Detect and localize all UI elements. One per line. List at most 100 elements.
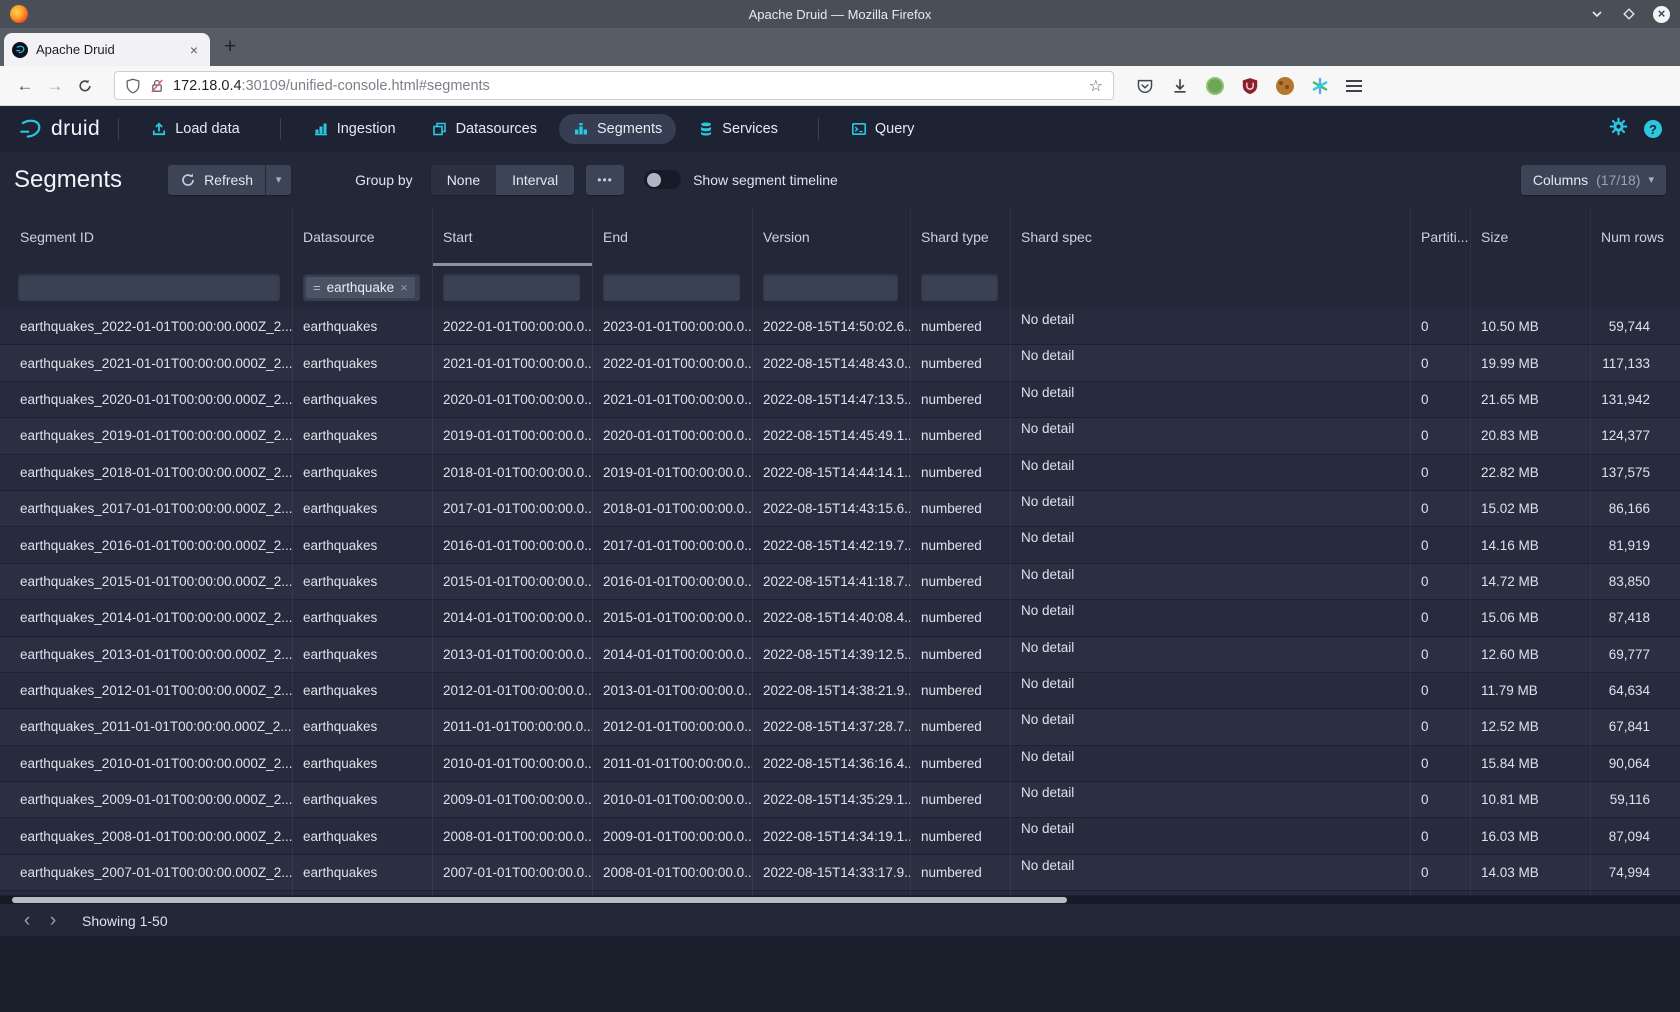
cell-segment-id[interactable]: earthquakes_2015-01-01T00:00:00.000Z_2..… (0, 564, 292, 600)
cell-end[interactable]: 2021-01-01T00:00:00.0... (592, 382, 752, 418)
cell-partition[interactable]: 0 (1410, 455, 1470, 491)
cell-version[interactable]: 2022-08-15T14:44:14.1... (752, 455, 910, 491)
cell-partition[interactable]: 0 (1410, 564, 1470, 600)
table-row[interactable]: earthquakes_2021-01-01T00:00:00.000Z_2..… (0, 345, 1680, 381)
cell-datasource[interactable]: earthquakes (292, 600, 432, 636)
cell-num-rows[interactable]: 87,418 (1590, 600, 1680, 636)
cell-num-rows[interactable]: 69,777 (1590, 637, 1680, 673)
cell-shard-type[interactable]: numbered (910, 491, 1010, 527)
cell-end[interactable]: 2017-01-01T00:00:00.0... (592, 527, 752, 563)
filter-segment-id[interactable] (18, 274, 280, 301)
cell-end[interactable]: 2010-01-01T00:00:00.0... (592, 782, 752, 818)
cell-num-rows[interactable]: 59,116 (1590, 782, 1680, 818)
filter-end[interactable] (603, 274, 740, 301)
cell-start[interactable]: 2011-01-01T00:00:00.0... (432, 709, 592, 745)
cookie-extension-icon[interactable] (1276, 77, 1294, 95)
cell-num-rows[interactable]: 83,850 (1590, 564, 1680, 600)
cell-num-rows[interactable]: 131,942 (1590, 382, 1680, 418)
cell-size[interactable]: 22.82 MB (1470, 455, 1590, 491)
druid-brand[interactable]: druid (18, 116, 100, 142)
group-by-interval-button[interactable]: Interval (496, 165, 574, 195)
next-page-icon[interactable]: › (40, 908, 66, 934)
url-bar[interactable]: 172.18.0.4:30109/unified-console.html#se… (114, 71, 1114, 100)
cell-start[interactable]: 2009-01-01T00:00:00.0... (432, 782, 592, 818)
cell-partition[interactable]: 0 (1410, 345, 1470, 381)
col-header-end[interactable]: End (592, 207, 752, 266)
table-row[interactable]: earthquakes_2019-01-01T00:00:00.000Z_2..… (0, 418, 1680, 454)
cell-datasource[interactable]: earthquakes (292, 345, 432, 381)
cell-end[interactable]: 2016-01-01T00:00:00.0... (592, 564, 752, 600)
cell-end[interactable]: 2020-01-01T00:00:00.0... (592, 418, 752, 454)
cell-segment-id[interactable]: earthquakes_2017-01-01T00:00:00.000Z_2..… (0, 491, 292, 527)
cell-segment-id[interactable]: earthquakes_2022-01-01T00:00:00.000Z_2..… (0, 309, 292, 345)
table-row[interactable]: earthquakes_2011-01-01T00:00:00.000Z_2..… (0, 709, 1680, 745)
cell-end[interactable]: 2011-01-01T00:00:00.0... (592, 746, 752, 782)
cell-datasource[interactable]: earthquakes (292, 818, 432, 854)
horizontal-scrollbar[interactable] (0, 896, 1680, 904)
cell-shard-type[interactable]: numbered (910, 455, 1010, 491)
cell-version[interactable]: 2022-08-15T14:33:17.9... (752, 855, 910, 891)
cell-datasource[interactable]: earthquakes (292, 746, 432, 782)
extension-green-icon[interactable] (1206, 77, 1224, 95)
col-header-size[interactable]: Size (1470, 207, 1590, 266)
table-row[interactable]: earthquakes_2012-01-01T00:00:00.000Z_2..… (0, 673, 1680, 709)
cell-shard-type[interactable]: numbered (910, 818, 1010, 854)
cell-datasource[interactable]: earthquakes (292, 491, 432, 527)
cell-start[interactable]: 2010-01-01T00:00:00.0... (432, 746, 592, 782)
cell-start[interactable]: 2014-01-01T00:00:00.0... (432, 600, 592, 636)
cell-version[interactable]: 2022-08-15T14:38:21.9... (752, 673, 910, 709)
cell-segment-id[interactable]: earthquakes_2009-01-01T00:00:00.000Z_2..… (0, 782, 292, 818)
scrollbar-thumb[interactable] (12, 897, 1067, 903)
cell-partition[interactable]: 0 (1410, 527, 1470, 563)
cell-num-rows[interactable]: 90,064 (1590, 746, 1680, 782)
bookmark-star-icon[interactable]: ☆ (1089, 76, 1103, 96)
cell-shard-type[interactable]: numbered (910, 709, 1010, 745)
cell-start[interactable]: 2022-01-01T00:00:00.0... (432, 309, 592, 345)
cell-start[interactable]: 2016-01-01T00:00:00.0... (432, 527, 592, 563)
table-row[interactable]: earthquakes_2022-01-01T00:00:00.000Z_2..… (0, 309, 1680, 345)
new-tab-button[interactable]: + (224, 32, 236, 62)
cell-end[interactable]: 2019-01-01T00:00:00.0... (592, 455, 752, 491)
col-header-start[interactable]: Start (432, 207, 592, 266)
cell-datasource[interactable]: earthquakes (292, 673, 432, 709)
filter-version[interactable] (763, 274, 898, 301)
table-row[interactable]: earthquakes_2020-01-01T00:00:00.000Z_2..… (0, 382, 1680, 418)
table-row[interactable]: earthquakes_2010-01-01T00:00:00.000Z_2..… (0, 746, 1680, 782)
cell-start[interactable]: 2021-01-01T00:00:00.0... (432, 345, 592, 381)
col-header-partition[interactable]: Partiti... (1410, 207, 1470, 266)
cell-start[interactable]: 2013-01-01T00:00:00.0... (432, 637, 592, 673)
pocket-icon[interactable] (1136, 77, 1154, 95)
nav-item-load-data[interactable]: Load data (137, 114, 254, 144)
reload-button[interactable] (70, 71, 100, 101)
cell-shard-type[interactable]: numbered (910, 527, 1010, 563)
cell-datasource[interactable]: earthquakes (292, 782, 432, 818)
table-row[interactable]: earthquakes_2008-01-01T00:00:00.000Z_2..… (0, 818, 1680, 854)
cell-num-rows[interactable]: 67,841 (1590, 709, 1680, 745)
cell-end[interactable]: 2014-01-01T00:00:00.0... (592, 637, 752, 673)
cell-partition[interactable]: 0 (1410, 855, 1470, 891)
cell-num-rows[interactable]: 59,744 (1590, 309, 1680, 345)
cell-partition[interactable]: 0 (1410, 782, 1470, 818)
cell-segment-id[interactable]: earthquakes_2012-01-01T00:00:00.000Z_2..… (0, 673, 292, 709)
close-window-icon[interactable]: × (1653, 6, 1670, 23)
cell-shard-type[interactable]: numbered (910, 637, 1010, 673)
insecure-lock-icon[interactable] (149, 78, 165, 94)
cell-segment-id[interactable]: earthquakes_2021-01-01T00:00:00.000Z_2..… (0, 345, 292, 381)
cell-segment-id[interactable]: earthquakes_2010-01-01T00:00:00.000Z_2..… (0, 746, 292, 782)
cell-start[interactable]: 2008-01-01T00:00:00.0... (432, 818, 592, 854)
col-header-num-rows[interactable]: Num rows (1590, 207, 1680, 266)
cell-size[interactable]: 14.16 MB (1470, 527, 1590, 563)
help-icon[interactable]: ? (1644, 120, 1662, 138)
cell-segment-id[interactable]: earthquakes_2020-01-01T00:00:00.000Z_2..… (0, 382, 292, 418)
cell-num-rows[interactable]: 86,166 (1590, 491, 1680, 527)
maximize-icon[interactable] (1621, 6, 1637, 22)
cell-segment-id[interactable]: earthquakes_2018-01-01T00:00:00.000Z_2..… (0, 455, 292, 491)
cell-shard-type[interactable]: numbered (910, 782, 1010, 818)
cell-datasource[interactable]: earthquakes (292, 855, 432, 891)
extension-asterisk-icon[interactable] (1311, 77, 1329, 95)
cell-datasource[interactable]: earthquakes (292, 455, 432, 491)
cell-end[interactable]: 2018-01-01T00:00:00.0... (592, 491, 752, 527)
filter-datasource[interactable]: = earthquake × (303, 274, 420, 301)
cell-datasource[interactable]: earthquakes (292, 709, 432, 745)
cell-shard-type[interactable]: numbered (910, 418, 1010, 454)
